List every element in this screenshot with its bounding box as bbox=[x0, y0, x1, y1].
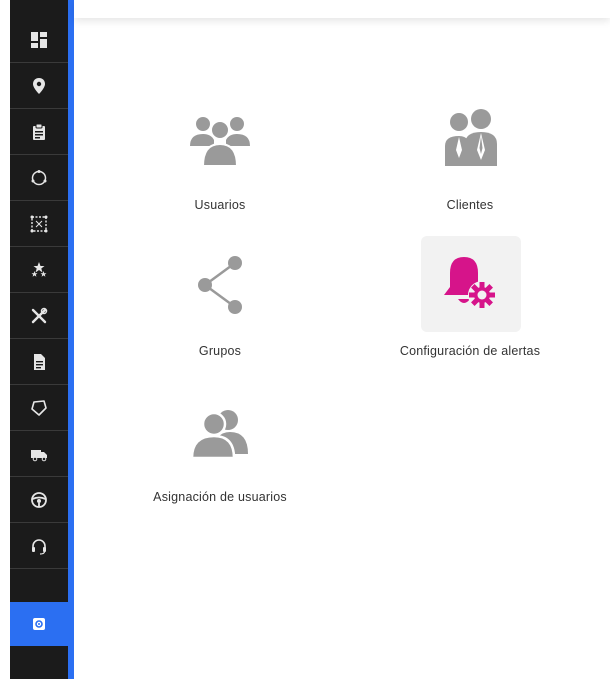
module-tile-usuarios[interactable] bbox=[170, 90, 270, 186]
sidebar-item-maintenance[interactable] bbox=[10, 293, 68, 339]
circle-route-icon bbox=[31, 169, 47, 185]
truck-icon bbox=[31, 449, 47, 461]
settings-icon bbox=[33, 618, 45, 630]
shield-icon bbox=[31, 399, 47, 416]
sidebar bbox=[10, 0, 68, 679]
sidebar-item-ratings[interactable] bbox=[10, 247, 68, 293]
document-icon bbox=[34, 353, 45, 370]
module-tile-asignacion-usuarios[interactable] bbox=[170, 384, 270, 480]
sidebar-item-route[interactable] bbox=[10, 155, 68, 201]
groups-share-icon bbox=[198, 256, 242, 314]
top-bar bbox=[74, 0, 610, 18]
module-label-grupos: Grupos bbox=[198, 344, 242, 358]
sidebar-item-drivers[interactable] bbox=[10, 477, 68, 523]
sidebar-item-clipboard[interactable] bbox=[10, 109, 68, 155]
sidebar-item-documents[interactable] bbox=[10, 339, 68, 385]
module-label-asignacion-usuarios: Asignación de usuarios bbox=[153, 490, 287, 504]
steering-wheel-icon bbox=[31, 491, 47, 508]
sidebar-accent-bar bbox=[68, 0, 74, 679]
alert-settings-icon bbox=[444, 257, 496, 309]
users-icon bbox=[190, 117, 250, 167]
module-label-usuarios: Usuarios bbox=[194, 198, 246, 212]
module-tile-grupos[interactable] bbox=[170, 237, 270, 333]
sidebar-item-vehicles[interactable] bbox=[10, 431, 68, 477]
location-pin-icon bbox=[33, 77, 45, 94]
sidebar-item-location[interactable] bbox=[10, 63, 68, 109]
stars-icon bbox=[31, 261, 47, 277]
clipboard-icon bbox=[33, 123, 45, 140]
module-label-configuracion-alertas: Configuración de alertas bbox=[399, 344, 541, 358]
module-tile-clientes[interactable] bbox=[420, 90, 520, 186]
clients-icon bbox=[445, 109, 497, 166]
dashboard-icon bbox=[31, 31, 47, 48]
tools-icon bbox=[31, 307, 48, 323]
sidebar-item-dashboard[interactable] bbox=[10, 17, 68, 63]
module-label-clientes: Clientes bbox=[446, 198, 494, 212]
module-tile-configuracion-alertas[interactable] bbox=[421, 236, 521, 332]
sidebar-item-geofence[interactable] bbox=[10, 201, 68, 247]
sidebar-item-support[interactable] bbox=[10, 523, 68, 569]
user-assignment-icon bbox=[190, 410, 248, 460]
geofence-icon bbox=[30, 215, 48, 232]
headset-icon bbox=[32, 538, 46, 555]
sidebar-item-settings[interactable] bbox=[10, 602, 68, 646]
sidebar-item-zones[interactable] bbox=[10, 385, 68, 431]
